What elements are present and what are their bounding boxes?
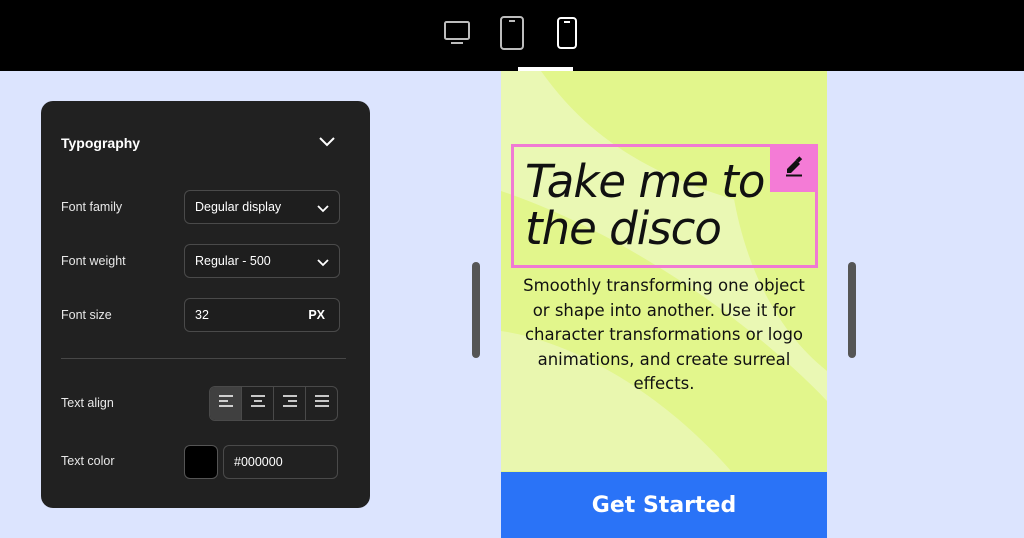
body-paragraph: Smoothly transforming one object or shap… (523, 276, 805, 393)
mobile-view-button[interactable] (550, 14, 584, 52)
headline-line-1: Take me to (525, 155, 765, 208)
mobile-preview: Take me to the disco Smoothly transformi… (501, 71, 827, 538)
left-resize-handle[interactable] (472, 262, 480, 358)
font-size-label: Font size (61, 308, 112, 322)
headline-line-2: the disco (525, 202, 722, 255)
text-color-label: Text color (61, 454, 115, 468)
align-center-icon (250, 394, 266, 413)
font-family-select[interactable]: Degular display (184, 190, 340, 224)
align-left-button[interactable] (210, 387, 242, 420)
text-color-value: #000000 (234, 455, 283, 469)
typography-panel: Typography Font family Degular display F… (41, 101, 370, 508)
align-justify-button[interactable] (306, 387, 337, 420)
chevron-down-icon (319, 134, 335, 152)
text-color-swatch[interactable] (184, 445, 218, 479)
edit-text-button[interactable] (770, 144, 818, 192)
font-size-value: 32 (195, 308, 209, 322)
text-color-hex-input[interactable]: #000000 (223, 445, 338, 479)
headline-text[interactable]: Take me to the disco (525, 155, 765, 255)
font-weight-label: Font weight (61, 254, 126, 268)
panel-title: Typography (61, 135, 141, 151)
align-right-icon (282, 394, 298, 413)
tablet-icon (498, 15, 526, 51)
font-size-input[interactable]: 32 PX (184, 298, 340, 332)
text-align-label: Text align (61, 396, 114, 410)
font-weight-select[interactable]: Regular - 500 (184, 244, 340, 278)
section-divider (61, 358, 346, 359)
smartphone-icon (556, 16, 578, 50)
font-family-value: Degular display (195, 200, 282, 214)
monitor-icon (442, 18, 472, 48)
headline-selection[interactable]: Take me to the disco (511, 144, 818, 268)
font-size-unit: PX (308, 308, 325, 322)
device-toolbar (0, 0, 1024, 71)
font-weight-value: Regular - 500 (195, 254, 271, 268)
desktop-view-button[interactable] (440, 14, 474, 52)
align-left-icon (218, 394, 234, 413)
align-right-button[interactable] (274, 387, 306, 420)
tablet-view-button[interactable] (495, 14, 529, 52)
chevron-down-icon (317, 256, 329, 270)
get-started-button[interactable]: Get Started (501, 472, 827, 538)
align-justify-icon (314, 394, 330, 413)
pencil-icon (783, 155, 805, 182)
right-resize-handle[interactable] (848, 262, 856, 358)
font-family-label: Font family (61, 200, 123, 214)
align-center-button[interactable] (242, 387, 274, 420)
text-align-group (209, 386, 338, 421)
collapse-button[interactable] (315, 133, 339, 153)
chevron-down-icon (317, 202, 329, 216)
